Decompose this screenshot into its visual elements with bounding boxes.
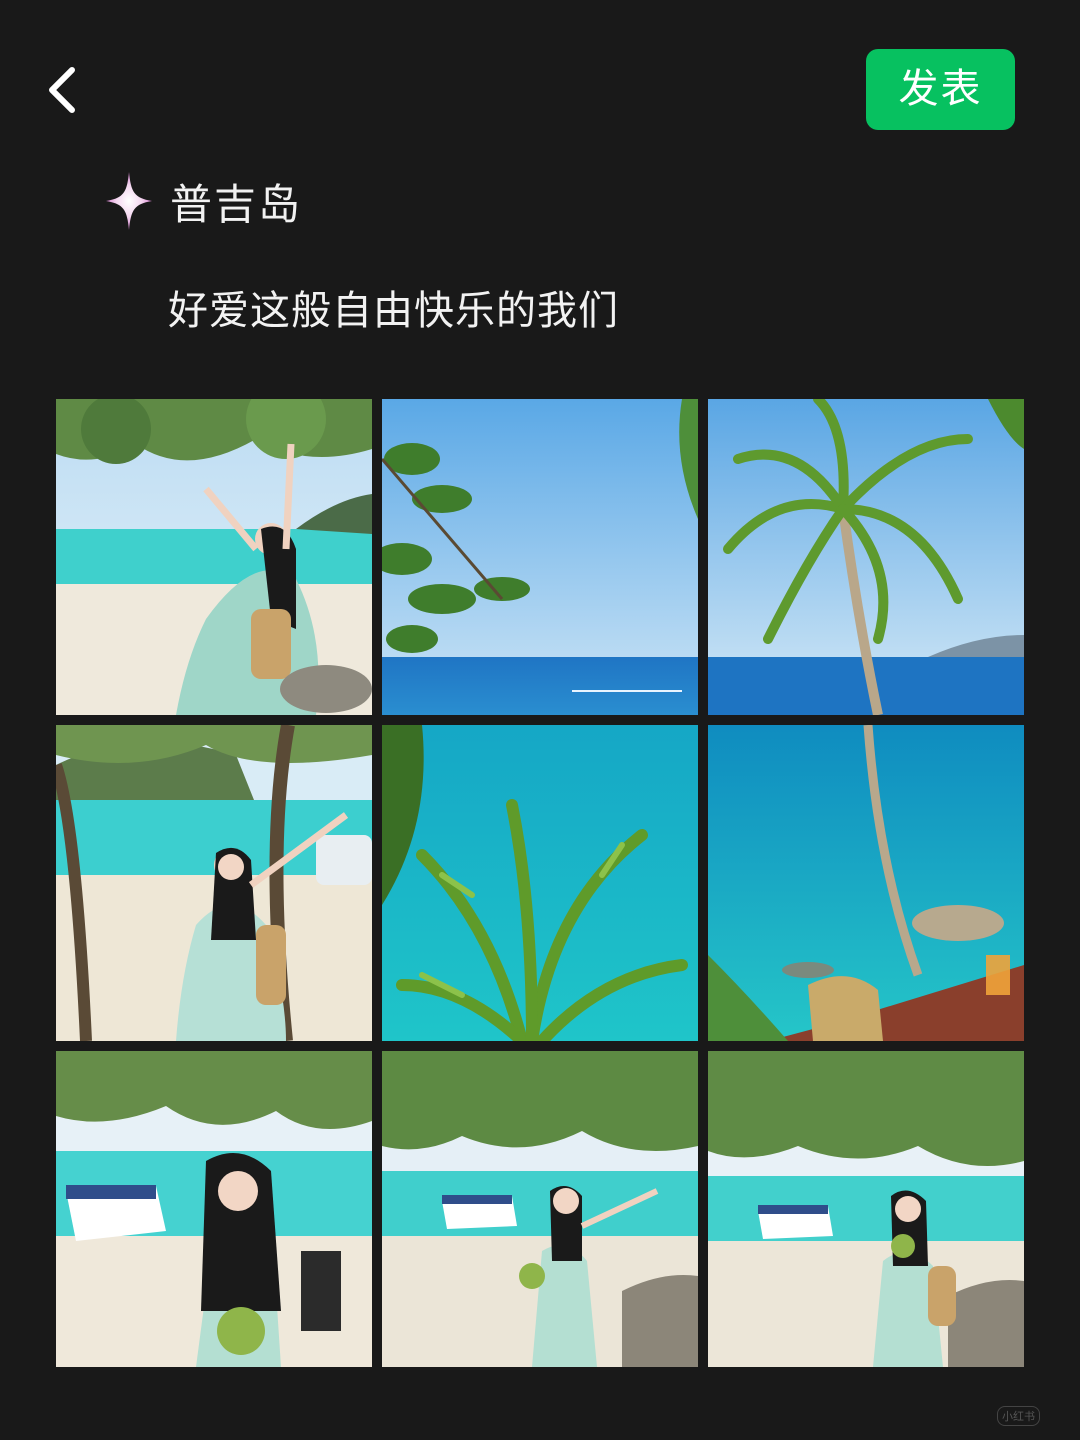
publish-button[interactable]: 发表 xyxy=(866,49,1015,130)
photo-grid xyxy=(56,399,1024,1367)
back-button[interactable] xyxy=(36,58,96,122)
watermark-badge: 小红书 xyxy=(997,1406,1040,1426)
post-caption: 好爱这般自由快乐的我们 xyxy=(168,288,619,334)
photo-2[interactable] xyxy=(382,399,698,715)
photo-8[interactable] xyxy=(382,1051,698,1367)
photo-9[interactable] xyxy=(708,1051,1024,1367)
photo-4[interactable] xyxy=(56,725,372,1041)
photo-7[interactable] xyxy=(56,1051,372,1367)
chevron-left-icon xyxy=(49,67,75,113)
photo-5[interactable] xyxy=(382,725,698,1041)
sparkle-icon xyxy=(106,172,152,230)
photo-3[interactable] xyxy=(708,399,1024,715)
photo-1[interactable] xyxy=(56,399,372,715)
location-tag[interactable]: 普吉岛 xyxy=(104,165,302,237)
location-name: 普吉岛 xyxy=(170,179,303,229)
photo-6[interactable] xyxy=(708,725,1024,1041)
